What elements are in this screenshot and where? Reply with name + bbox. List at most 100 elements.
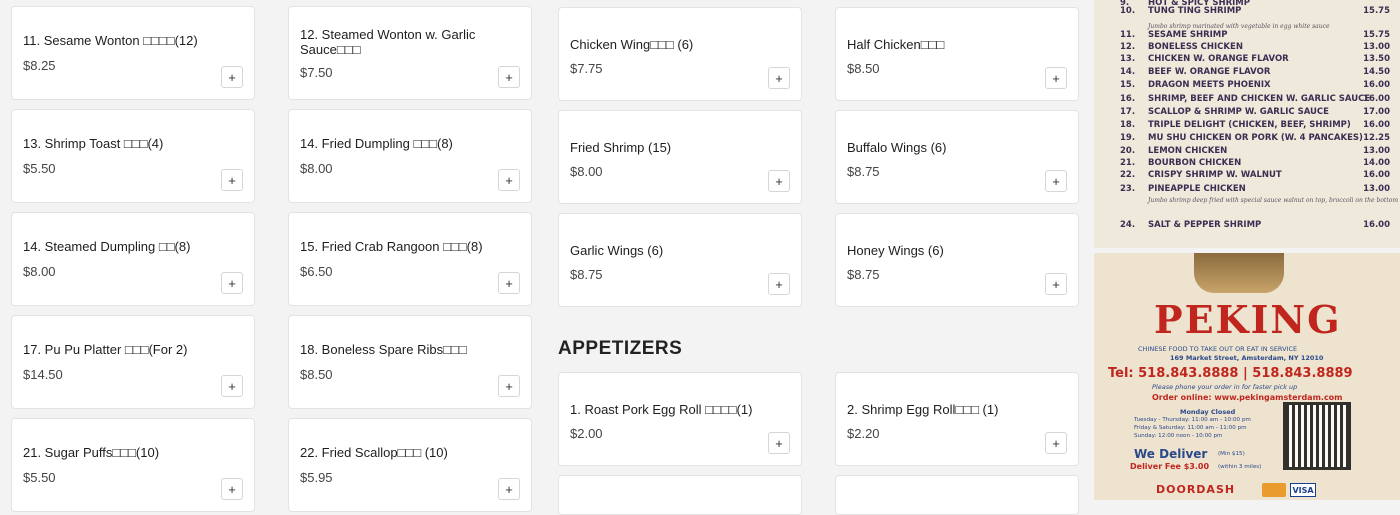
menu-item-name: 15. Fried Crab Rangoon □□□(8) xyxy=(300,239,483,254)
plus-icon: + xyxy=(775,276,783,292)
plus-icon: + xyxy=(775,173,783,189)
add-to-cart-button[interactable]: + xyxy=(221,272,243,294)
menu-photo-row-title: LEMON CHICKEN xyxy=(1148,146,1228,156)
flyer-online: Order online: www.pekingamsterdam.com xyxy=(1152,393,1343,402)
add-to-cart-button[interactable]: + xyxy=(498,375,520,397)
add-to-cart-button[interactable]: + xyxy=(768,170,790,192)
add-to-cart-button[interactable]: + xyxy=(498,272,520,294)
menu-photo-row-number: 12. xyxy=(1120,42,1136,52)
menu-item-price: $2.20 xyxy=(847,426,880,441)
flyer-deliver-min: (Min $15) xyxy=(1218,451,1245,457)
add-to-cart-button[interactable]: + xyxy=(1045,432,1067,454)
mastercard-icon xyxy=(1262,483,1286,497)
plus-icon: + xyxy=(1052,70,1060,86)
plus-icon: + xyxy=(505,378,513,394)
menu-item-card[interactable]: 21. Sugar Puffs□□□(10) $5.50 + xyxy=(11,418,255,512)
menu-item-card[interactable]: 14. Fried Dumpling □□□(8) $8.00 + xyxy=(288,109,532,203)
menu-item-name: Chicken Wing□□□ (6) xyxy=(570,37,694,52)
flyer-hours-weekday: Tuesday - Thursday: 11:00 am - 10:00 pm xyxy=(1134,417,1251,423)
plus-icon: + xyxy=(775,70,783,86)
plus-icon: + xyxy=(775,435,783,451)
flyer-deliver-fee-note: (within 3 miles) xyxy=(1218,464,1262,470)
menu-item-name: Garlic Wings (6) xyxy=(570,243,664,258)
flyer-hours-sunday: Sunday: 12:00 noon - 10:00 pm xyxy=(1134,433,1223,439)
menu-item-card[interactable]: 2. Shrimp Egg Roll□□□ (1) $2.20 + xyxy=(835,372,1079,466)
add-to-cart-button[interactable]: + xyxy=(498,66,520,88)
flyer-brand: PEKING xyxy=(1154,297,1342,342)
menu-photo-row: 15. DRAGON MEETS PHOENIX 16.00 xyxy=(1120,80,1390,92)
menu-item-card[interactable]: 11. Sesame Wonton □□□□(12) $8.25 + xyxy=(11,6,255,100)
menu-item-price: $8.00 xyxy=(300,161,333,176)
plus-icon: + xyxy=(228,481,236,497)
menu-item-name: 18. Boneless Spare Ribs□□□ xyxy=(300,342,467,357)
menu-photo-row-number: 23. xyxy=(1120,184,1136,194)
add-to-cart-button[interactable]: + xyxy=(768,432,790,454)
flyer-hours-closed: Monday Closed xyxy=(1180,408,1236,416)
add-to-cart-button[interactable]: + xyxy=(1045,170,1067,192)
menu-item-name: 21. Sugar Puffs□□□(10) xyxy=(23,445,160,460)
menu-photo-row-title: TRIPLE DELIGHT (CHICKEN, BEEF, SHRIMP) xyxy=(1148,120,1351,130)
menu-photo-row-price: 16.00 xyxy=(1363,94,1390,104)
add-to-cart-button[interactable]: + xyxy=(1045,67,1067,89)
menu-photo-row: 23. PINEAPPLE CHICKEN 13.00 xyxy=(1120,184,1390,196)
menu-item-price: $5.50 xyxy=(23,161,56,176)
menu-photo-row: 13. CHICKEN W. ORANGE FLAVOR 13.50 xyxy=(1120,54,1390,66)
menu-item-card-partial[interactable] xyxy=(835,475,1079,515)
menu-item-card-partial[interactable] xyxy=(558,475,802,515)
menu-photo-row-price: 14.00 xyxy=(1363,158,1390,168)
menu-item-price: $14.50 xyxy=(23,367,63,382)
menu-photo-row-title: CRISPY SHRIMP W. WALNUT xyxy=(1148,170,1282,180)
menu-item-name: 17. Pu Pu Platter □□□(For 2) xyxy=(23,342,188,357)
add-to-cart-button[interactable]: + xyxy=(221,169,243,191)
menu-photo-row-title: SESAME SHRIMP xyxy=(1148,30,1228,40)
menu-item-name: 2. Shrimp Egg Roll□□□ (1) xyxy=(847,402,999,417)
menu-item-card[interactable]: 15. Fried Crab Rangoon □□□(8) $6.50 + xyxy=(288,212,532,306)
menu-photo-note: Jumbo shrimp marinated with vegetable in… xyxy=(1148,23,1330,30)
menu-item-card[interactable]: 13. Shrimp Toast □□□(4) $5.50 + xyxy=(11,109,255,203)
menu-photo-row-title: SCALLOP & SHRIMP W. GARLIC SAUCE xyxy=(1148,107,1329,117)
menu-item-name: 12. Steamed Wonton w. Garlic Sauce□□□ xyxy=(300,27,476,57)
menu-item-name: 11. Sesame Wonton □□□□(12) xyxy=(23,33,198,48)
add-to-cart-button[interactable]: + xyxy=(498,478,520,500)
menu-item-card[interactable]: Honey Wings (6) $8.75 + xyxy=(835,213,1079,307)
menu-photo-row: 17. SCALLOP & SHRIMP W. GARLIC SAUCE 17.00 xyxy=(1120,107,1390,119)
menu-item-card[interactable]: 14. Steamed Dumpling □□(8) $8.00 + xyxy=(11,212,255,306)
add-to-cart-button[interactable]: + xyxy=(768,273,790,295)
menu-item-card[interactable]: Half Chicken□□□ $8.50 + xyxy=(835,7,1079,101)
menu-photo-row-number: 21. xyxy=(1120,158,1136,168)
menu-photo-row-number: 17. xyxy=(1120,107,1136,117)
menu-item-card[interactable]: Garlic Wings (6) $8.75 + xyxy=(558,213,802,307)
menu-item-card[interactable]: Chicken Wing□□□ (6) $7.75 + xyxy=(558,7,802,101)
menu-item-card[interactable]: Fried Shrimp (15) $8.00 + xyxy=(558,110,802,204)
menu-item-name: 14. Steamed Dumpling □□(8) xyxy=(23,239,191,254)
menu-photo-row-number: 11. xyxy=(1120,30,1136,40)
menu-photo-row-number: 19. xyxy=(1120,133,1136,143)
menu-item-price: $8.00 xyxy=(23,264,56,279)
menu-item-card[interactable]: 1. Roast Pork Egg Roll □□□□(1) $2.00 + xyxy=(558,372,802,466)
add-to-cart-button[interactable]: + xyxy=(221,478,243,500)
menu-item-price: $8.50 xyxy=(300,367,333,382)
add-to-cart-button[interactable]: + xyxy=(221,375,243,397)
add-to-cart-button[interactable]: + xyxy=(1045,273,1067,295)
menu-item-card[interactable]: 18. Boneless Spare Ribs□□□ $8.50 + xyxy=(288,315,532,409)
section-heading-appetizers: APPETIZERS xyxy=(558,338,683,359)
menu-photo-note: Jumbo shrimp deep fried with special sau… xyxy=(1148,197,1399,204)
menu-item-card[interactable]: 12. Steamed Wonton w. Garlic Sauce□□□ $7… xyxy=(288,6,532,100)
add-to-cart-button[interactable]: + xyxy=(768,67,790,89)
menu-item-card[interactable]: 17. Pu Pu Platter □□□(For 2) $14.50 + xyxy=(11,315,255,409)
menu-item-price: $5.50 xyxy=(23,470,56,485)
menu-photo-row-number: 16. xyxy=(1120,94,1136,104)
add-to-cart-button[interactable]: + xyxy=(221,66,243,88)
menu-item-name: Buffalo Wings (6) xyxy=(847,140,947,155)
flyer-deliver-fee: Deliver Fee $3.00 xyxy=(1130,462,1210,471)
flyer-photo[interactable]: PEKING CHINESE FOOD TO TAKE OUT OR EAT I… xyxy=(1094,253,1400,500)
menu-photo[interactable]: 9. HOT & SPICY SHRIMP 10. TUNG TING SHRIMP 1… xyxy=(1094,0,1400,248)
menu-photo-row-title: SHRIMP, BEEF AND CHICKEN W. GARLIC SAUCE xyxy=(1148,94,1371,104)
menu-item-card[interactable]: Buffalo Wings (6) $8.75 + xyxy=(835,110,1079,204)
menu-photo-row-price: 17.00 xyxy=(1363,107,1390,117)
menu-item-card[interactable]: 22. Fried Scallop□□□ (10) $5.95 + xyxy=(288,418,532,512)
add-to-cart-button[interactable]: + xyxy=(498,169,520,191)
menu-photo-row-title: PINEAPPLE CHICKEN xyxy=(1148,184,1246,194)
plus-icon: + xyxy=(505,481,513,497)
menu-photo-row: 24. SALT & PEPPER SHRIMP 16.00 xyxy=(1120,220,1390,232)
